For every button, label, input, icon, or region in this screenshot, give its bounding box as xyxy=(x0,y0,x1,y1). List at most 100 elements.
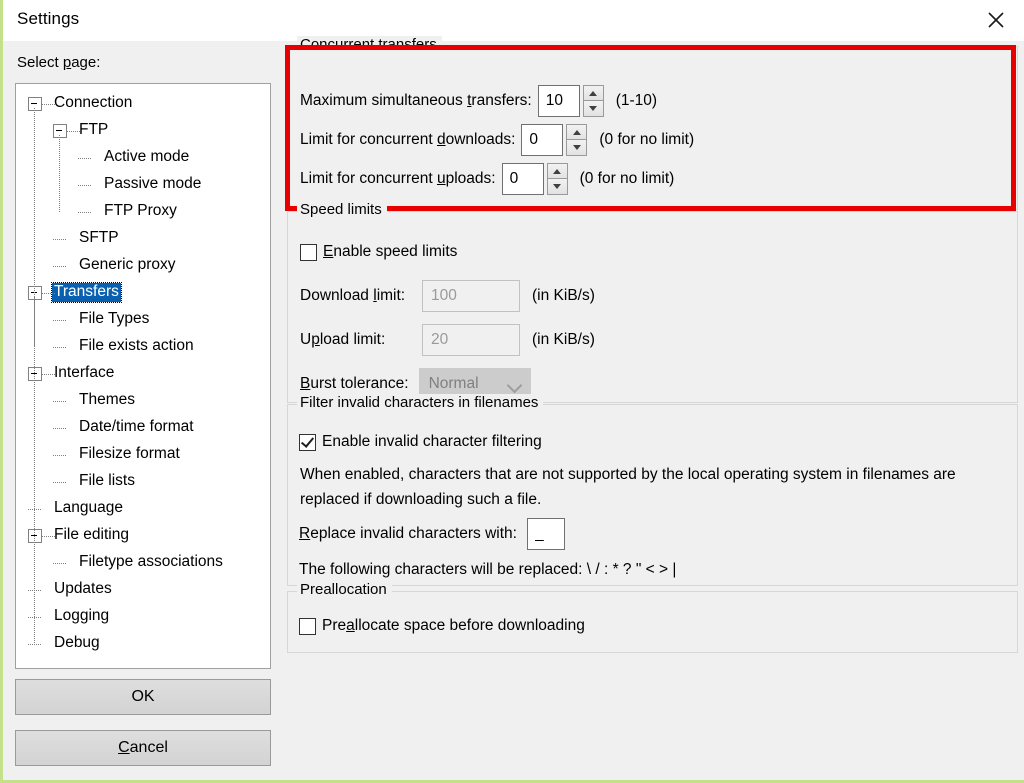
upload-limit-label: Upload limit: xyxy=(300,331,386,348)
sidebar-item-label: FTP xyxy=(79,121,109,139)
tree-connector xyxy=(78,179,102,191)
max-transfers-spin-buttons xyxy=(582,85,604,117)
chevron-down-icon xyxy=(506,377,522,394)
max-simultaneous-transfers-input[interactable] xyxy=(537,85,580,117)
concurrent-downloads-input[interactable] xyxy=(521,124,564,156)
tree-connector xyxy=(28,638,52,650)
triangle-up-icon xyxy=(572,129,581,135)
sidebar-item-interface[interactable]: Interface xyxy=(16,360,270,387)
checkbox-box xyxy=(299,617,316,635)
sidebar-item-file-editing[interactable]: File editing xyxy=(16,522,270,549)
upload-limit-unit: (in KiB/s) xyxy=(532,331,595,348)
sidebar-item-date-time-format[interactable]: Date/time format xyxy=(16,414,270,441)
sidebar-item-label: Generic proxy xyxy=(79,256,176,274)
tree-list: Connection FTP Active mode Passive mode FTP … xyxy=(16,84,270,657)
collapse-icon[interactable] xyxy=(28,96,42,111)
title-bar: Settings xyxy=(3,0,1024,41)
sidebar-item-label: Filetype associations xyxy=(79,553,223,571)
ok-button[interactable]: OK xyxy=(15,679,271,715)
burst-tolerance-value: Normal xyxy=(428,375,479,392)
preallocate-space-label: Preallocate space before downloading xyxy=(322,617,585,634)
max-transfers-spin-up[interactable] xyxy=(582,85,604,101)
uploads-spin-up[interactable] xyxy=(546,163,568,179)
tree-connector xyxy=(53,557,77,569)
cancel-accel: C xyxy=(118,739,130,756)
sidebar-item-themes[interactable]: Themes xyxy=(16,387,270,414)
preallocate-space-checkbox[interactable]: Preallocate space before downloading xyxy=(299,617,585,635)
sidebar-item-label: FTP Proxy xyxy=(104,202,177,220)
sidebar-item-passive-mode[interactable]: Passive mode xyxy=(16,171,270,198)
collapse-icon[interactable] xyxy=(28,285,42,300)
sidebar-item-label: File exists action xyxy=(79,337,194,355)
concurrent-downloads-row: Limit for concurrent downloads: (0 for n… xyxy=(300,124,694,156)
sidebar-item-label: Filesize format xyxy=(79,445,180,463)
sidebar-item-connection[interactable]: Connection xyxy=(16,90,270,117)
sidebar-item-file-lists[interactable]: File lists xyxy=(16,468,270,495)
download-limit-input[interactable] xyxy=(422,280,520,312)
tree-guide-line xyxy=(34,378,35,482)
enable-speed-limits-checkbox[interactable]: Enable speed limits xyxy=(300,243,457,261)
sidebar-item-file-exists-action[interactable]: File exists action xyxy=(16,333,270,360)
collapse-icon[interactable] xyxy=(28,528,42,543)
settings-tree[interactable]: Connection FTP Active mode Passive mode FTP … xyxy=(15,83,271,669)
concurrent-uploads-row: Limit for concurrent uploads: (0 for no … xyxy=(300,163,674,195)
concurrent-uploads-label: Limit for concurrent uploads: xyxy=(300,170,496,187)
tree-guide-line xyxy=(34,108,35,266)
sidebar-item-ftp-proxy[interactable]: FTP Proxy xyxy=(16,198,270,225)
concurrent-transfers-group: Concurrent transfers Maximum simultaneou… xyxy=(287,36,1018,210)
sidebar-item-filesize-format[interactable]: Filesize format xyxy=(16,441,270,468)
sidebar-item-label: Interface xyxy=(54,364,115,382)
tree-connector xyxy=(42,530,56,542)
max-transfers-spin-down[interactable] xyxy=(582,101,604,117)
settings-content: Concurrent transfers Maximum simultaneou… xyxy=(285,36,1018,671)
tree-guide-line xyxy=(34,540,35,563)
tree-guide-line xyxy=(34,297,35,347)
sidebar-item-logging[interactable]: Logging xyxy=(16,603,270,630)
checkbox-box xyxy=(300,243,317,261)
filter-invalid-characters-title: Filter invalid characters in filenames xyxy=(297,394,544,411)
sidebar-item-label: Debug xyxy=(54,634,100,652)
close-button[interactable] xyxy=(973,2,1019,38)
tree-guide-line xyxy=(59,135,60,212)
sidebar-item-label: Language xyxy=(54,499,123,517)
uploads-spin-buttons xyxy=(546,163,568,195)
collapse-icon[interactable] xyxy=(53,123,67,138)
tree-connector xyxy=(53,314,77,326)
sidebar-item-language[interactable]: Language xyxy=(16,495,270,522)
cancel-rest: ancel xyxy=(129,739,168,756)
max-simultaneous-transfers-label: Maximum simultaneous transfers: xyxy=(300,92,532,109)
tree-connector xyxy=(67,125,81,137)
tree-connector xyxy=(53,476,77,488)
sidebar-item-updates[interactable]: Updates xyxy=(16,576,270,603)
uploads-spin-down[interactable] xyxy=(546,179,568,195)
tree-connector xyxy=(28,503,52,515)
tree-connector xyxy=(53,233,77,245)
tree-connector xyxy=(53,260,77,272)
sidebar-item-ftp[interactable]: FTP xyxy=(16,117,270,144)
concurrent-uploads-hint: (0 for no limit) xyxy=(579,170,675,187)
sidebar-item-file-types[interactable]: File Types xyxy=(16,306,270,333)
replace-invalid-characters-input[interactable] xyxy=(526,518,565,550)
sidebar-item-label: File editing xyxy=(54,526,129,544)
tree-connector xyxy=(53,422,77,434)
sidebar-item-sftp[interactable]: SFTP xyxy=(16,225,270,252)
downloads-spin-down[interactable] xyxy=(566,140,588,156)
downloads-spin-up[interactable] xyxy=(566,124,588,140)
enable-invalid-character-filtering-checkbox[interactable]: Enable invalid character filtering xyxy=(299,433,542,451)
sidebar-item-debug[interactable]: Debug xyxy=(16,630,270,657)
collapse-icon[interactable] xyxy=(28,366,42,381)
sidebar-item-filetype-associations[interactable]: Filetype associations xyxy=(16,549,270,576)
concurrent-uploads-stepper[interactable] xyxy=(501,163,568,195)
burst-tolerance-label: Burst tolerance: xyxy=(300,375,409,392)
replaced-characters-line: The following characters will be replace… xyxy=(299,561,677,578)
sidebar-item-label: Connection xyxy=(54,94,133,112)
sidebar-item-generic-proxy[interactable]: Generic proxy xyxy=(16,252,270,279)
sidebar-item-active-mode[interactable]: Active mode xyxy=(16,144,270,171)
cancel-button[interactable]: Cancel xyxy=(15,730,271,766)
concurrent-downloads-stepper[interactable] xyxy=(521,124,588,156)
sidebar-item-transfers[interactable]: Transfers xyxy=(16,279,270,306)
max-simultaneous-transfers-stepper[interactable] xyxy=(537,85,604,117)
concurrent-uploads-input[interactable] xyxy=(501,163,544,195)
triangle-down-icon xyxy=(572,145,581,150)
upload-limit-input[interactable] xyxy=(422,324,520,356)
